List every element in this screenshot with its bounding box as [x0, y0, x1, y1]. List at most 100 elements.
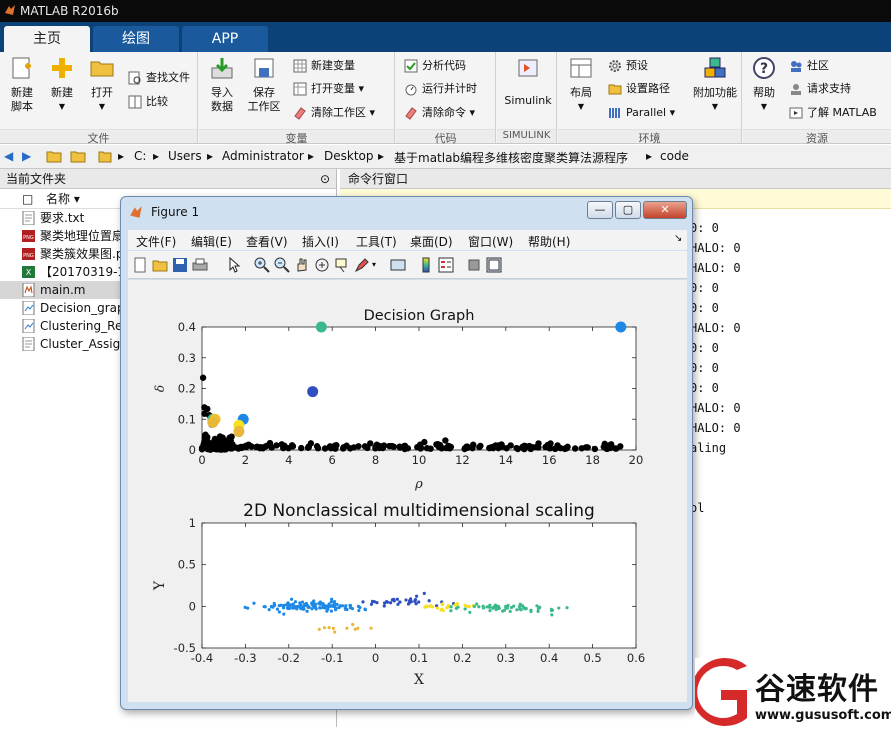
- breadcrumb-administrator[interactable]: Administrator: [222, 149, 304, 163]
- data-point: [551, 445, 559, 452]
- x-tick-label: 10: [412, 453, 427, 467]
- select-pointer-icon[interactable]: [226, 257, 242, 273]
- addons-button[interactable]: 附加功能 ▼: [690, 56, 740, 114]
- window-title: MATLAB R2016b: [20, 4, 119, 18]
- show-plot-tools-icon[interactable]: [486, 257, 502, 273]
- data-point: [239, 443, 247, 451]
- menu-insert[interactable]: 插入(I): [302, 233, 339, 250]
- request-support-button[interactable]: 请求支持: [787, 79, 851, 99]
- save-workspace-button[interactable]: 保存 工作区: [245, 56, 283, 114]
- layout-button[interactable]: 布局 ▼: [562, 56, 600, 114]
- scatter-point: [301, 600, 305, 604]
- open-dropdown-icon[interactable]: ▼: [83, 100, 121, 114]
- new-figure-icon[interactable]: [132, 257, 148, 273]
- breadcrumb-sep: ▸: [646, 149, 653, 163]
- data-point: [522, 443, 530, 450]
- open-file-icon[interactable]: [152, 257, 168, 273]
- scatter-point: [488, 603, 492, 607]
- rotate-3d-icon[interactable]: [314, 257, 330, 273]
- pane-menu-icon[interactable]: ⊙: [320, 169, 330, 189]
- legend-icon[interactable]: [438, 257, 454, 273]
- figure-title-bar: Figure 1 — ▢ ✕: [121, 197, 692, 227]
- save-icon[interactable]: [172, 257, 188, 273]
- brush-dropdown-icon[interactable]: ▾: [372, 257, 388, 273]
- menu-dock-icon[interactable]: ↘: [674, 233, 682, 244]
- data-point: [228, 433, 235, 440]
- open-button[interactable]: 打开 ▼: [83, 56, 121, 114]
- new-dropdown-icon[interactable]: ▼: [43, 100, 81, 114]
- breadcrumb-code[interactable]: code: [660, 149, 689, 163]
- learn-matlab-button[interactable]: 了解 MATLAB: [787, 103, 877, 123]
- scatter-point: [519, 608, 523, 612]
- link-plot-icon[interactable]: [390, 257, 406, 273]
- clear-workspace-button[interactable]: 清除工作区 ▾: [291, 103, 375, 123]
- tab-plots[interactable]: 绘图: [93, 26, 179, 52]
- parallel-button[interactable]: Parallel ▾: [606, 103, 675, 123]
- help-dropdown-icon[interactable]: ▼: [745, 100, 783, 114]
- new-variable-button[interactable]: 新建变量: [291, 56, 355, 76]
- scatter-point: [329, 609, 334, 613]
- find-files-button[interactable]: 查找文件: [126, 68, 190, 88]
- community-label: 社区: [807, 59, 829, 72]
- print-icon[interactable]: [192, 257, 208, 273]
- import-data-button[interactable]: 导入 数据: [203, 56, 241, 114]
- back-arrow-icon[interactable]: ◀: [4, 149, 13, 163]
- menu-tools[interactable]: 工具(T): [356, 233, 397, 250]
- clear-commands-button[interactable]: 清除命令 ▾: [402, 103, 475, 123]
- scatter-point: [535, 604, 539, 608]
- data-point: [584, 444, 591, 451]
- breadcrumb-desktop[interactable]: Desktop: [324, 149, 374, 163]
- data-cursor-icon[interactable]: [334, 257, 350, 273]
- new-button[interactable]: 新建 ▼: [43, 56, 81, 114]
- minimize-button[interactable]: —: [587, 201, 613, 219]
- forward-arrow-icon[interactable]: ▶: [22, 149, 31, 163]
- browse-folder-icon[interactable]: [70, 149, 86, 163]
- scatter-point: [279, 603, 283, 607]
- menu-desktop[interactable]: 桌面(D): [410, 233, 453, 250]
- menu-file[interactable]: 文件(F): [136, 233, 176, 250]
- hide-plot-tools-icon[interactable]: [466, 257, 482, 273]
- tab-home[interactable]: 主页: [4, 26, 90, 52]
- breadcrumb-drive[interactable]: C:: [134, 149, 146, 163]
- zoom-in-icon[interactable]: [254, 257, 270, 273]
- run-and-time-button[interactable]: 运行并计时: [402, 79, 477, 99]
- command-window-header: 命令行窗口: [340, 169, 891, 189]
- scatter-point: [243, 605, 247, 610]
- scatter-point: [333, 630, 337, 634]
- close-button[interactable]: ✕: [643, 201, 687, 219]
- zoom-out-icon[interactable]: [274, 257, 290, 273]
- save-ws-label-2: 工作区: [247, 100, 281, 113]
- new-script-button[interactable]: 新建 脚本: [3, 56, 41, 114]
- menu-view[interactable]: 查看(V): [246, 233, 288, 250]
- compare-button[interactable]: 比较: [126, 92, 168, 112]
- breadcrumb-project[interactable]: 基于matlab编程多维核密度聚类算法源程序: [394, 149, 628, 166]
- menu-help[interactable]: 帮助(H): [528, 233, 570, 250]
- scatter-point: [357, 608, 361, 613]
- addons-dropdown-icon[interactable]: ▼: [690, 100, 740, 114]
- preferences-button[interactable]: 预设: [606, 56, 648, 76]
- analyze-code-button[interactable]: 分析代码: [402, 56, 466, 76]
- community-button[interactable]: 社区: [787, 56, 829, 76]
- maximize-button[interactable]: ▢: [615, 201, 641, 219]
- menu-edit[interactable]: 编辑(E): [191, 233, 232, 250]
- set-path-button[interactable]: 设置路径: [606, 79, 670, 99]
- layout-dropdown-icon[interactable]: ▼: [562, 100, 600, 114]
- addons-cubes-icon: [704, 57, 726, 78]
- pan-hand-icon[interactable]: [294, 257, 310, 273]
- group-simulink-label: SIMULINK: [497, 129, 556, 143]
- up-folder-icon[interactable]: [46, 149, 62, 163]
- figure-canvas[interactable]: 0 2 4 6 8 10 12 14 16 18 20 0 0.1 0.2 0.3 0.4 Decision G…: [128, 280, 687, 702]
- simulink-label: Simulink: [504, 94, 552, 107]
- help-button[interactable]: ? 帮助 ▼: [745, 56, 783, 114]
- svg-text:PNG: PNG: [23, 235, 34, 241]
- breadcrumb-users[interactable]: Users: [168, 149, 202, 163]
- open-variable-button[interactable]: 打开变量 ▾: [291, 79, 364, 99]
- menu-window[interactable]: 窗口(W): [468, 233, 513, 250]
- data-point: [201, 432, 209, 439]
- simulink-button[interactable]: Simulink: [501, 56, 555, 108]
- tab-apps[interactable]: APP: [182, 26, 268, 52]
- colorbar-icon[interactable]: [418, 257, 434, 273]
- group-code-label: 代码: [396, 129, 495, 145]
- scatter-point: [550, 608, 554, 613]
- brush-icon[interactable]: [354, 257, 370, 273]
